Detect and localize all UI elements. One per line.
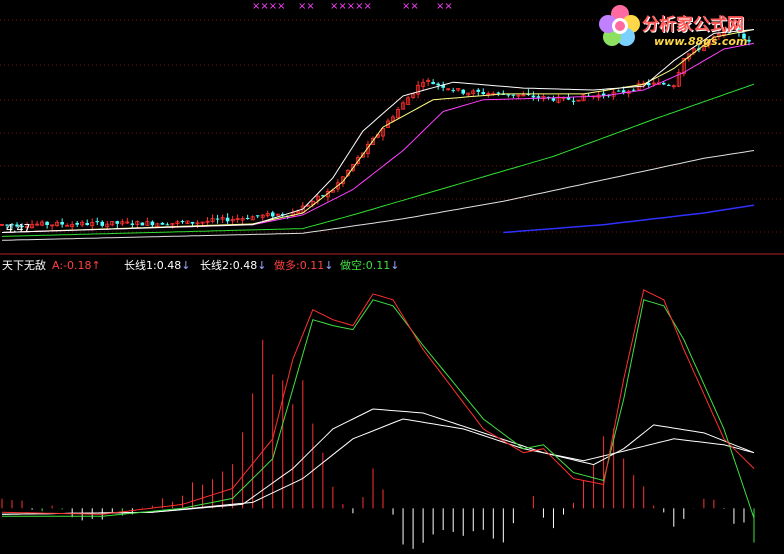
candle-down: [461, 89, 466, 94]
ma-line-yellow: [1, 29, 755, 233]
long-position-value: 做多:0.11↓: [274, 259, 334, 272]
signal-mark: ××: [402, 1, 419, 12]
candle-down: [506, 94, 511, 96]
short-position-value: 做空:0.11↓: [340, 259, 400, 272]
a-value: A:-0.18↑: [52, 259, 101, 272]
candle-down: [165, 224, 170, 226]
candle-down: [100, 221, 105, 226]
indicator-white-line-2: [1, 418, 755, 515]
candle-down: [531, 95, 536, 98]
signal-mark: ××: [298, 1, 315, 12]
candle-down: [150, 221, 155, 226]
indicator-name: 天下无敌: [2, 259, 46, 272]
ma-line-white: [1, 29, 755, 233]
low-price-label: 4.47: [6, 222, 31, 235]
candle-down: [666, 84, 671, 86]
candle-down: [95, 221, 100, 223]
ma-line-green: [1, 83, 755, 237]
candle-down: [180, 221, 185, 223]
candle-down: [215, 218, 220, 220]
logo-url: www.88gs.com: [654, 35, 748, 48]
candle-down: [631, 89, 636, 91]
stock-chart: [0, 19, 784, 549]
candle-down: [190, 221, 195, 224]
candle-down: [511, 94, 516, 96]
candle-down: [75, 222, 79, 225]
candle-down: [481, 92, 486, 95]
candle-down: [476, 89, 481, 92]
candle-down: [225, 217, 230, 222]
candle-down: [451, 90, 455, 92]
long1-value: 长线1:0.48↓: [124, 259, 191, 272]
signal-mark: ××××: [252, 1, 286, 12]
candle-down: [60, 221, 64, 225]
candle-down: [571, 100, 576, 102]
candle-down: [551, 98, 556, 101]
candle-down: [536, 96, 541, 98]
ma-line-gray: [1, 150, 755, 241]
logo: 分析家公式网 www.88gs.com: [598, 4, 778, 54]
signal-mark: ×××××: [330, 1, 372, 12]
candle-down: [436, 83, 440, 86]
candle-down: [496, 92, 501, 94]
candle-down: [661, 82, 666, 85]
indicator-red-line: [1, 289, 755, 515]
candle-down: [85, 223, 90, 226]
candle-down: [255, 215, 260, 217]
candle-down: [130, 223, 135, 225]
long2-value: 长线2:0.48↓: [200, 259, 267, 272]
candle-down: [245, 217, 250, 219]
signal-mark: ××: [436, 1, 453, 12]
indicator-white-line-1: [1, 408, 755, 515]
candle-down: [270, 212, 275, 217]
candle-down: [160, 222, 165, 225]
flower-logo-icon: [599, 5, 640, 46]
candle-down: [45, 221, 49, 226]
logo-title: 分析家公式网: [642, 15, 744, 35]
candle-down: [616, 90, 621, 92]
candle-down: [115, 221, 120, 224]
ma-line-blue: [503, 204, 755, 234]
candle-down: [140, 222, 145, 226]
candle-down: [431, 82, 435, 85]
